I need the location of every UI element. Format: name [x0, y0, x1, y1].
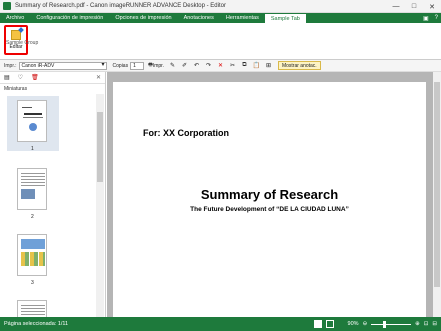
copy-icon[interactable]: ⧉ [241, 62, 248, 69]
status-controls: 90% ⊖ ⊕ ⊡ ⊟ [313, 317, 437, 331]
print-button[interactable]: 🖶 Impr. [148, 62, 164, 70]
tab-herramientas[interactable]: Herramientas [220, 13, 265, 23]
thumbnail-toolbar: ▤ ♡ 🗑 [0, 72, 105, 84]
selected-page-status: Página seleccionada: 1/11 [4, 321, 69, 327]
window-title: Summary of Research.pdf - Canon imageRUN… [15, 3, 226, 9]
edit-pencil-icon[interactable]: ✐ [181, 62, 188, 69]
edit-icon [11, 30, 21, 40]
thumbnail-page[interactable] [17, 168, 47, 210]
two-page-view-icon[interactable] [325, 320, 334, 328]
fit-page-icon[interactable]: ⊡ [424, 321, 429, 327]
ribbon-panel: Editar [0, 23, 441, 60]
app-icon [3, 2, 11, 10]
settings-icon[interactable]: ▣ [423, 15, 429, 22]
thumbnail-page-number: 1 [31, 146, 34, 152]
thumbnails-icon[interactable]: ▤ [4, 74, 10, 81]
thumbnail-page[interactable] [17, 300, 47, 317]
document-title: Summary of Research [200, 187, 339, 202]
thumbnail-page[interactable] [17, 100, 47, 142]
thumbnail-page-number: 3 [31, 280, 34, 286]
paste-icon[interactable]: 📋 [253, 62, 260, 69]
print-toolbar: Impr.: Canon iR-ADV Copias 1 🖶 Impr. ✎ ✐… [0, 60, 441, 72]
document-scroll-thumb[interactable] [434, 82, 440, 287]
tab-opciones-impresion[interactable]: Opciones de impresión [109, 13, 177, 23]
copies-label: Copias [112, 62, 129, 69]
zoom-slider-knob[interactable] [383, 320, 387, 328]
show-annotations-button[interactable]: Mostrar anotac. [277, 61, 321, 70]
printer-label: Impr.: [4, 62, 17, 69]
ribbon-right-icons: ▣ ? [423, 13, 438, 23]
close-button[interactable]: ✕ [423, 0, 441, 13]
document-subtitle: The Future Development of “DE LA CIUDAD … [190, 206, 349, 213]
document-scrollbar[interactable] [433, 72, 441, 317]
cut-icon[interactable]: ✂ [229, 62, 236, 69]
trash-icon[interactable]: 🗑 [31, 74, 39, 81]
delete-icon[interactable]: ✕ [217, 62, 224, 69]
printer-select[interactable]: Canon iR-ADV [18, 61, 107, 70]
zoom-value: 90% [347, 321, 359, 327]
title-bar: Summary of Research.pdf - Canon imageRUN… [0, 0, 441, 13]
undo-icon[interactable]: ↶ [193, 62, 200, 69]
ribbon-tabs: Archivo Configuración de impresión Opcio… [0, 13, 441, 23]
thumbnail-scrollbar[interactable] [96, 94, 104, 317]
thumbnail-page[interactable] [17, 234, 47, 276]
document-for-line: For: XX Corporation [143, 128, 229, 138]
thumbnails-label: Miniaturas [4, 86, 28, 92]
thumbnail-scroll-thumb[interactable] [97, 112, 103, 182]
document-page: For: XX Corporation Summary of Research … [113, 82, 426, 317]
status-bar: Página seleccionada: 1/11 90% ⊖ ⊕ ⊡ ⊟ [0, 317, 441, 331]
arrange-icon[interactable]: ⊞ [265, 62, 272, 69]
maximize-button[interactable]: □ [405, 0, 423, 13]
single-page-view-icon[interactable] [313, 320, 322, 328]
help-icon[interactable]: ? [435, 15, 438, 21]
tab-archivo[interactable]: Archivo [0, 13, 30, 23]
tab-configuracion-impresion[interactable]: Configuración de impresión [30, 13, 109, 23]
zoom-slider[interactable] [371, 320, 412, 328]
zoom-in-icon[interactable]: ⊕ [415, 321, 420, 327]
bookmark-icon[interactable]: ♡ [18, 74, 23, 81]
fit-width-icon[interactable]: ⊟ [432, 321, 437, 327]
thumbnail-list: 1 2 3 [0, 94, 96, 317]
tab-sample[interactable]: Sample Tab [264, 13, 306, 23]
panel-close-icon[interactable]: ✕ [96, 74, 101, 81]
zoom-out-icon[interactable]: ⊖ [363, 321, 368, 327]
ribbon-group-label: Sample Group [6, 40, 39, 46]
copies-stepper[interactable]: 1 [130, 61, 145, 70]
tab-anotaciones[interactable]: Anotaciones [178, 13, 220, 23]
print-label: Impr. [152, 62, 164, 69]
window-controls: — □ ✕ [387, 0, 441, 13]
thumbnail-page-number: 2 [31, 214, 34, 220]
redo-icon[interactable]: ↷ [205, 62, 212, 69]
document-view: For: XX Corporation Summary of Research … [107, 72, 441, 317]
stamp-icon[interactable]: ✎ [169, 62, 176, 69]
thumbnail-panel: ▤ ♡ 🗑 ✕ Miniaturas 1 2 3 [0, 72, 106, 317]
minimize-button[interactable]: — [387, 0, 405, 13]
